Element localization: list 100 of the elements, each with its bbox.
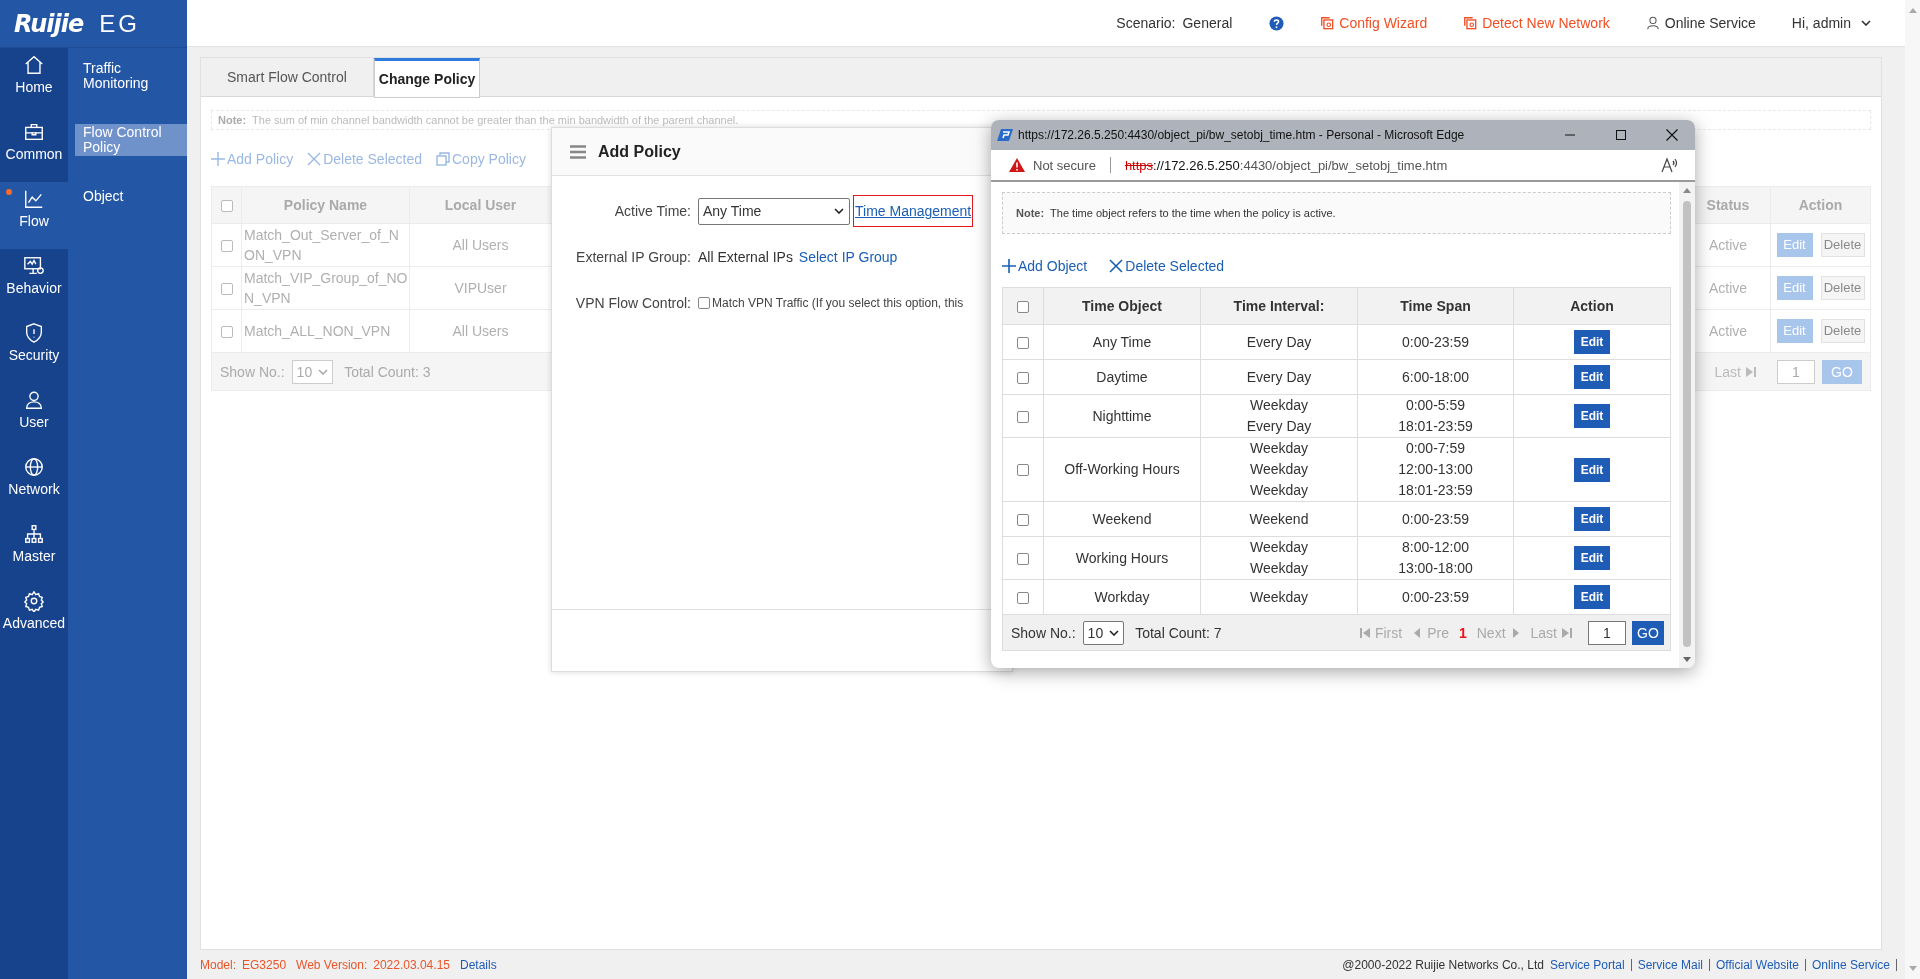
nav-item[interactable]: Common <box>0 115 68 182</box>
user-icon <box>23 389 45 411</box>
scroll-up-icon <box>1683 188 1691 193</box>
page-input[interactable]: 1 <box>1588 620 1626 645</box>
table-cell: Working Hours <box>1043 536 1201 580</box>
checkbox-option[interactable]: Match VPN Traffic (If you select this option, this <box>698 296 964 310</box>
checkbox[interactable] <box>1017 591 1029 604</box>
show-label: Show No.: <box>220 363 285 380</box>
header-link[interactable]: Online Service <box>1645 15 1756 31</box>
delete-button[interactable]: Delete <box>1820 319 1865 343</box>
delete-button[interactable]: Delete <box>1820 276 1865 300</box>
footer-link[interactable]: Service Portal <box>1549 957 1625 972</box>
close-icon <box>1109 259 1124 273</box>
header-link[interactable]: Detect New Network <box>1463 15 1610 31</box>
nav-item[interactable]: Behavior <box>0 249 68 316</box>
subnav-item[interactable]: Traffic Monitoring <box>75 60 187 92</box>
delete-button[interactable]: Delete <box>1820 233 1865 257</box>
close-icon <box>307 152 322 166</box>
edit-button[interactable]: Edit <box>1574 404 1610 428</box>
edit-button[interactable]: Edit <box>1574 457 1610 482</box>
checkbox[interactable] <box>1017 410 1029 423</box>
nav-item[interactable]: Advanced <box>0 584 68 651</box>
user-menu[interactable]: Hi, admin <box>1791 15 1871 31</box>
tab[interactable]: Change Policy <box>373 58 481 98</box>
field-value: All External IPs <box>698 249 794 265</box>
time-dropdown[interactable]: Any Time <box>698 197 850 225</box>
subnav-item[interactable]: Object <box>75 188 187 205</box>
checkbox[interactable] <box>1017 513 1029 526</box>
checkbox[interactable] <box>1017 552 1029 565</box>
field-label: VPN Flow Control: <box>574 295 691 311</box>
toolbar-button[interactable]: Add Object <box>1002 258 1088 274</box>
link[interactable]: Select IP Group <box>796 241 900 273</box>
go-button[interactable]: GO <box>1632 620 1664 645</box>
table-cell: Every Day <box>1200 359 1358 395</box>
link[interactable]: Time Management <box>853 195 974 227</box>
table-cell: Weekday Weekday <box>1200 536 1358 580</box>
maximize-icon[interactable] <box>1616 130 1626 140</box>
address-bar-url[interactable]: https://172.26.5.250:4430/object_pi/bw_setobj_time.htm <box>1124 157 1653 173</box>
edit-button[interactable]: Edit <box>1574 330 1610 354</box>
field-label: Active Time: <box>613 203 691 219</box>
triangle-right-icon <box>1510 626 1521 639</box>
model-value: EG3250 <box>242 957 287 972</box>
edit-button[interactable]: Edit <box>1574 507 1610 531</box>
edit-button[interactable]: Edit <box>1574 546 1610 570</box>
chevron-down-icon <box>1109 629 1120 636</box>
column-header: Local User <box>409 186 552 224</box>
scrollbar-thumb[interactable] <box>1683 201 1691 647</box>
app-logo-icon <box>997 129 1013 141</box>
toolbar-button[interactable]: Delete Selected <box>1109 258 1225 274</box>
table-cell: Weekday Every Day <box>1200 394 1358 438</box>
checkbox[interactable] <box>1017 464 1029 477</box>
user-icon <box>1645 16 1660 30</box>
nav-item[interactable]: Flow <box>0 182 68 249</box>
table-cell: 0:00-23:59 <box>1357 324 1514 360</box>
nav-item[interactable]: Network <box>0 450 68 517</box>
nav-item[interactable]: Master <box>0 517 68 584</box>
checkbox[interactable] <box>1017 336 1029 349</box>
footer-link[interactable]: Online Service <box>1811 957 1890 972</box>
gear-icon <box>23 590 45 612</box>
checkbox[interactable] <box>220 283 233 296</box>
nav-item[interactable]: Security <box>0 316 68 383</box>
footer-link[interactable]: Official Website <box>1716 957 1799 972</box>
hierarchy-icon <box>23 523 45 545</box>
close-icon[interactable] <box>1666 129 1678 141</box>
table-cell: Weekend <box>1043 501 1201 537</box>
window-title: https://172.26.5.250:4430/object_pi/bw_setobj_time.htm - Personal - Microsoft Edge <box>1018 128 1466 142</box>
table-cell: Every Day <box>1200 324 1358 360</box>
plus-icon <box>1002 259 1016 273</box>
read-aloud-icon[interactable] <box>1661 157 1679 173</box>
checkbox[interactable] <box>220 200 233 213</box>
edit-button[interactable]: Edit <box>1574 585 1610 609</box>
tab[interactable]: Smart Flow Control <box>201 58 374 96</box>
checkbox[interactable] <box>1017 301 1029 314</box>
column-header: Action <box>1770 186 1871 224</box>
chevron-down-icon <box>1861 20 1871 26</box>
chevron-down-icon <box>318 368 329 375</box>
edit-button[interactable]: Edit <box>1574 365 1610 389</box>
nav-item[interactable]: User <box>0 383 68 450</box>
briefcase-icon <box>23 121 45 143</box>
footer-link[interactable]: Service Mail <box>1637 957 1704 972</box>
checkbox[interactable] <box>220 240 233 253</box>
table-cell: Weekend <box>1200 501 1358 537</box>
table-cell: Match_VIP_Group_of_NON_VPN <box>241 266 410 310</box>
page-size-dropdown[interactable]: 10 <box>1082 620 1125 645</box>
scenario-label: Scenario: <box>1116 15 1176 31</box>
header-link[interactable]: Config Wizard <box>1320 15 1428 31</box>
help-icon[interactable] <box>1269 15 1285 31</box>
field-label: External IP Group: <box>575 249 691 265</box>
page-number[interactable]: 1 <box>1458 624 1467 641</box>
product-name: EG <box>99 9 140 38</box>
nav-item[interactable]: Home <box>0 48 68 115</box>
checkbox[interactable] <box>1017 371 1029 384</box>
chevron-down-icon <box>834 208 844 214</box>
checkbox[interactable] <box>698 297 710 309</box>
monitor-icon <box>23 255 45 277</box>
details-link[interactable]: Details <box>460 957 497 972</box>
checkbox[interactable] <box>220 326 233 339</box>
table-cell: 0:00-23:59 <box>1357 501 1514 537</box>
version-label: Web Version: <box>296 957 368 972</box>
table-cell: 6:00-18:00 <box>1357 359 1514 395</box>
